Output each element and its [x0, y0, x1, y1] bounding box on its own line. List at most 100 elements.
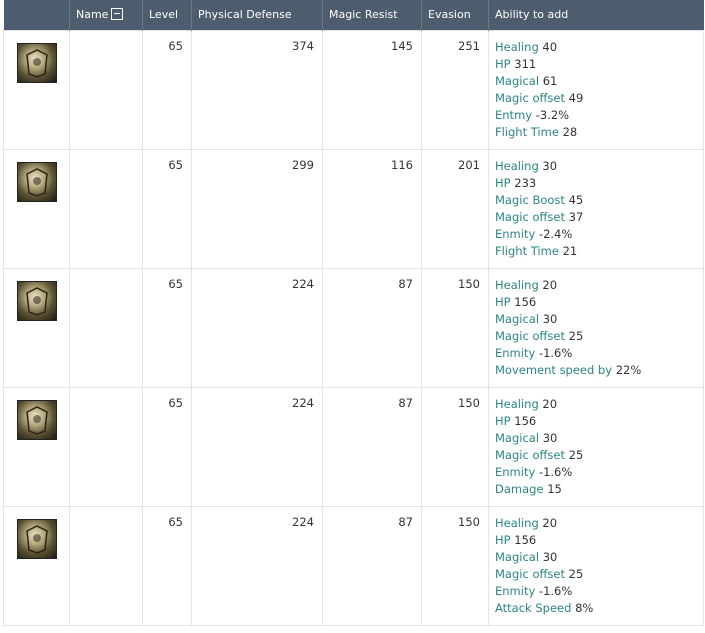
- ability-name[interactable]: Movement speed by: [495, 363, 612, 377]
- ability-value: 21: [562, 243, 578, 258]
- ability-value: 8%: [575, 600, 594, 615]
- ability-value: 45: [568, 192, 584, 207]
- item-name-cell: [69, 29, 143, 150]
- physical-defense-cell: 224: [191, 267, 323, 388]
- helmet-icon[interactable]: [17, 42, 57, 83]
- item-icon-cell: [3, 267, 70, 388]
- magic-resist-cell: 116: [322, 148, 422, 269]
- ability-line: Magic offset 49: [495, 90, 697, 107]
- ability-name[interactable]: Flight Time: [495, 125, 559, 139]
- ability-value: 311: [514, 56, 537, 71]
- gloves-icon[interactable]: [17, 518, 57, 559]
- ability-name[interactable]: Healing: [495, 397, 539, 411]
- ability-name[interactable]: Enmity: [495, 465, 535, 479]
- ability-value: 156: [514, 294, 537, 309]
- ability-value: -1.6%: [538, 464, 573, 479]
- ability-line: Flight Time 21: [495, 243, 697, 260]
- ability-name[interactable]: Healing: [495, 278, 539, 292]
- boots-icon[interactable]: [17, 280, 57, 321]
- ability-value: 40: [542, 39, 558, 54]
- ability-name[interactable]: HP: [495, 533, 511, 547]
- ability-value: 20: [542, 277, 558, 292]
- ability-line: Movement speed by 22%: [495, 362, 697, 379]
- evasion-cell: 150: [421, 267, 489, 388]
- ability-line: Healing 40: [495, 39, 697, 56]
- ability-line: Magical 30: [495, 549, 697, 566]
- item-name-cell: [69, 386, 143, 507]
- ability-value: 25: [568, 328, 584, 343]
- ability-column-header: Ability to add: [488, 0, 704, 30]
- ability-name[interactable]: Flight Time: [495, 244, 559, 258]
- ability-line: Attack Speed 8%: [495, 600, 697, 617]
- ability-name[interactable]: HP: [495, 57, 511, 71]
- ability-value: 25: [568, 447, 584, 462]
- ability-value: -2.4%: [538, 226, 573, 241]
- ability-value: 156: [514, 413, 537, 428]
- ability-name[interactable]: HP: [495, 176, 511, 190]
- ability-name[interactable]: Healing: [495, 40, 539, 54]
- ability-value: -3.2%: [535, 107, 570, 122]
- level-cell: 65: [142, 267, 192, 388]
- physical-defense-column-header: Physical Defense: [191, 0, 323, 30]
- ability-name[interactable]: HP: [495, 295, 511, 309]
- ability-name[interactable]: Magical: [495, 550, 539, 564]
- magic-resist-cell: 87: [322, 386, 422, 507]
- ability-name[interactable]: Enmity: [495, 227, 535, 241]
- ability-value: 15: [547, 481, 562, 496]
- chest-armor-icon[interactable]: [17, 161, 57, 202]
- name-column-header[interactable]: Name: [69, 0, 143, 30]
- ability-name[interactable]: Magical: [495, 74, 539, 88]
- ability-line: HP 156: [495, 294, 697, 311]
- level-cell: 65: [142, 386, 192, 507]
- ability-name[interactable]: HP: [495, 414, 511, 428]
- ability-cell: Healing 30 HP 233 Magic Boost 45 Magic offs…: [488, 148, 704, 269]
- collapse-minus-icon[interactable]: [111, 8, 124, 21]
- shoulder-guard-icon[interactable]: [17, 399, 57, 440]
- table-header: Name Level Physical Defense Magic Resist…: [3, 0, 704, 30]
- ability-cell: Healing 20 HP 156 Magical 30 Magic offset 2…: [488, 505, 704, 626]
- ability-value: 30: [542, 430, 558, 445]
- ability-line: Healing 20: [495, 277, 697, 294]
- level-column-header: Level: [142, 0, 192, 30]
- name-header-label: Name: [76, 8, 109, 22]
- ability-name[interactable]: Magic offset: [495, 91, 565, 105]
- ability-name[interactable]: Damage: [495, 482, 544, 496]
- ability-name[interactable]: Healing: [495, 159, 539, 173]
- ability-line: Magic offset 25: [495, 447, 697, 464]
- ability-line: Enmity -2.4%: [495, 226, 697, 243]
- ability-name[interactable]: Enmity: [495, 346, 535, 360]
- evasion-column-header: Evasion: [421, 0, 489, 30]
- ability-name[interactable]: Magical: [495, 312, 539, 326]
- ability-name[interactable]: Magic offset: [495, 329, 565, 343]
- ability-value: 30: [542, 549, 558, 564]
- ability-name[interactable]: Magic offset: [495, 210, 565, 224]
- ability-line: HP 311: [495, 56, 697, 73]
- ability-name[interactable]: Magical: [495, 431, 539, 445]
- level-cell: 65: [142, 29, 192, 150]
- ability-line: Magic offset 25: [495, 328, 697, 345]
- item-icon-cell: [3, 29, 70, 150]
- ability-name[interactable]: Magic offset: [495, 448, 565, 462]
- item-name-cell: [69, 505, 143, 626]
- magic-resist-cell: 87: [322, 267, 422, 388]
- ability-name[interactable]: Magic offset: [495, 567, 565, 581]
- ability-value: -1.6%: [538, 583, 573, 598]
- ability-value: 30: [542, 158, 558, 173]
- ability-name[interactable]: Enmity: [495, 584, 535, 598]
- table-row: 65 299 116 201 Healing 30 HP 233 Magic Boost 4…: [3, 148, 704, 269]
- item-table: Name Level Physical Defense Magic Resist…: [3, 0, 704, 626]
- ability-line: Damage 15: [495, 481, 697, 498]
- ability-name[interactable]: Healing: [495, 516, 539, 530]
- ability-value: 233: [514, 175, 537, 190]
- item-name-cell: [69, 267, 143, 388]
- ability-name[interactable]: Magic Boost: [495, 193, 565, 207]
- ability-value: 49: [568, 90, 584, 105]
- physical-defense-cell: 224: [191, 505, 323, 626]
- ability-value: 25: [568, 566, 584, 581]
- ability-cell: Healing 40 HP 311 Magical 61 Magic offset 4…: [488, 29, 704, 150]
- ability-name[interactable]: Entmy: [495, 108, 532, 122]
- level-cell: 65: [142, 505, 192, 626]
- ability-name[interactable]: Attack Speed: [495, 601, 571, 615]
- ability-line: Magical 61: [495, 73, 697, 90]
- magic-resist-cell: 87: [322, 505, 422, 626]
